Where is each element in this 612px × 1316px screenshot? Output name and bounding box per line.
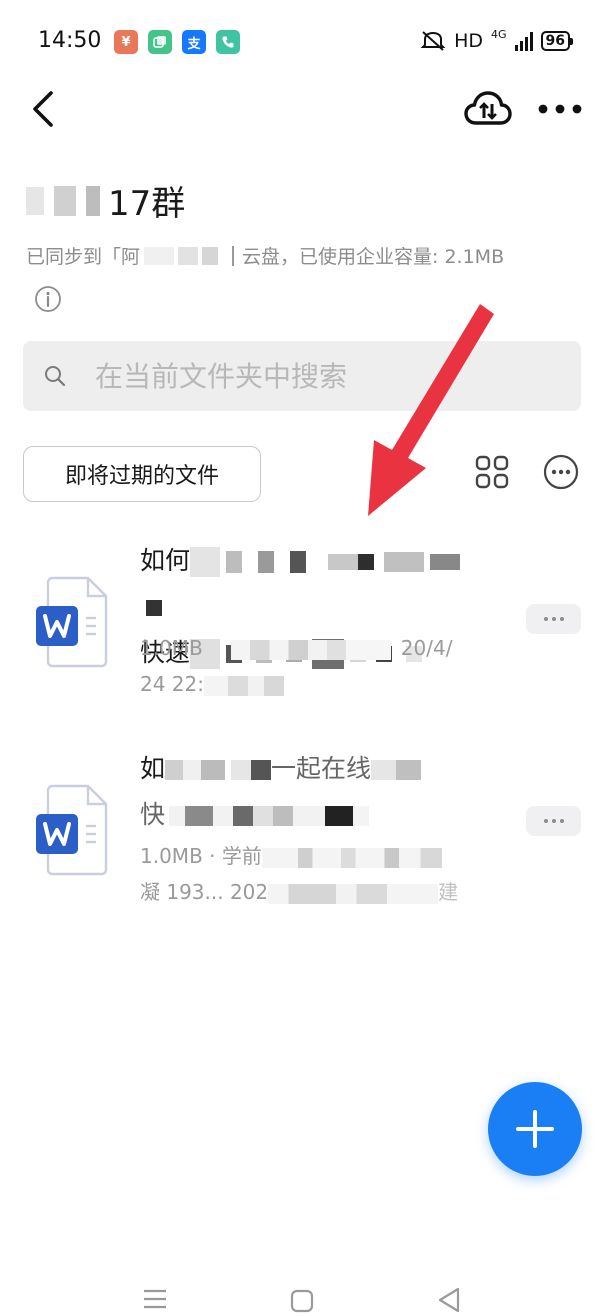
chat-notification-icon xyxy=(148,30,172,54)
redacted-text xyxy=(202,246,219,265)
sync-status: 已同步到「阿 云盘，已使用企业容量: 2.1MB xyxy=(26,242,504,269)
word-document-icon xyxy=(36,576,108,668)
phone-notification-icon xyxy=(216,30,240,54)
recent-apps-icon[interactable] xyxy=(142,1288,168,1310)
redacted-text xyxy=(358,554,375,570)
file-more-button[interactable] xyxy=(526,806,581,836)
page-title-text: 17群 xyxy=(108,184,186,224)
redacted-text xyxy=(231,760,272,780)
redacted-text xyxy=(226,551,243,573)
info-icon[interactable] xyxy=(34,285,62,313)
redacted-text xyxy=(169,806,370,826)
file-name-line: 如一起在线 xyxy=(140,746,480,792)
redacted-text xyxy=(26,186,44,215)
notification-icons: ¥ 支 xyxy=(114,30,240,54)
file-name-line: 快 xyxy=(140,792,480,838)
network-gen: 4G xyxy=(490,28,507,41)
nav-back-icon[interactable] xyxy=(436,1286,462,1314)
file-meta-line: 24 22: xyxy=(140,666,480,702)
redacted-text xyxy=(178,246,199,265)
plus-icon xyxy=(516,1110,554,1148)
cloud-sync-button[interactable] xyxy=(460,84,516,134)
annotation-arrow-icon xyxy=(368,304,494,516)
add-file-button[interactable] xyxy=(488,1082,582,1176)
redacted-text xyxy=(258,551,275,573)
redacted-text xyxy=(54,185,76,216)
redacted-text xyxy=(204,675,284,696)
home-icon[interactable] xyxy=(290,1289,314,1313)
status-time: 14:50 xyxy=(38,28,102,53)
redacted-text xyxy=(328,554,359,570)
file-row[interactable]: 如一起在线 快 1.0MB · 学前 凝 193... 202 建 xyxy=(0,734,612,934)
redacted-text xyxy=(268,883,439,904)
redacted-text xyxy=(165,760,226,780)
cloud-sync-icon xyxy=(464,91,512,125)
expiring-files-button[interactable]: 即将过期的文件 xyxy=(23,446,261,502)
more-circle-icon[interactable] xyxy=(543,454,579,490)
redacted-text xyxy=(86,185,100,216)
search-icon xyxy=(45,366,66,387)
file-meta: 1.0MB 20/4/ 24 22: xyxy=(140,630,480,702)
redacted-text xyxy=(232,245,235,266)
redacted-text xyxy=(261,847,442,868)
app-notification-icon: ¥ xyxy=(114,30,138,54)
chevron-left-icon xyxy=(33,91,53,127)
vibrate-icon xyxy=(420,31,446,51)
network-label: HD xyxy=(454,30,483,52)
redacted-text xyxy=(430,554,461,570)
redacted-text xyxy=(144,246,175,265)
file-meta-line: 1.0MB · 学前 xyxy=(140,838,480,874)
file-meta-line: 1.0MB 20/4/ xyxy=(140,636,453,660)
file-name-line: 如何 xyxy=(140,538,480,630)
sync-prefix: 已同步到「阿 xyxy=(26,246,141,268)
redacted-text xyxy=(230,639,391,660)
file-meta: 1.0MB · 学前 凝 193... 202 建 xyxy=(140,838,480,910)
battery-icon: 96 xyxy=(540,31,574,51)
redacted-text xyxy=(371,760,422,780)
file-meta-line: 凝 193... 202 建 xyxy=(140,880,459,904)
file-name: 如一起在线 快 xyxy=(140,746,480,838)
status-indicators: HD 4G 96 xyxy=(420,28,574,52)
redacted-text xyxy=(146,600,162,616)
redacted-text xyxy=(190,547,221,577)
more-options-button[interactable] xyxy=(534,84,586,134)
status-bar: 14:50 ¥ 支 HD 4G 96 xyxy=(0,0,612,86)
page-title: 17群 xyxy=(26,176,185,225)
word-document-icon xyxy=(36,784,108,876)
file-row[interactable]: 如何 快速 1.0MB 20/4/ 24 22: xyxy=(0,526,612,726)
sync-suffix: 云盘，已使用企业容量: 2.1MB xyxy=(242,246,505,268)
signal-icon xyxy=(514,31,533,51)
more-horizontal-icon xyxy=(538,104,582,114)
redacted-text xyxy=(384,552,425,572)
back-button[interactable] xyxy=(22,84,62,134)
redacted-text xyxy=(290,551,307,573)
file-more-button[interactable] xyxy=(526,604,581,634)
alipay-notification-icon: 支 xyxy=(182,30,206,54)
